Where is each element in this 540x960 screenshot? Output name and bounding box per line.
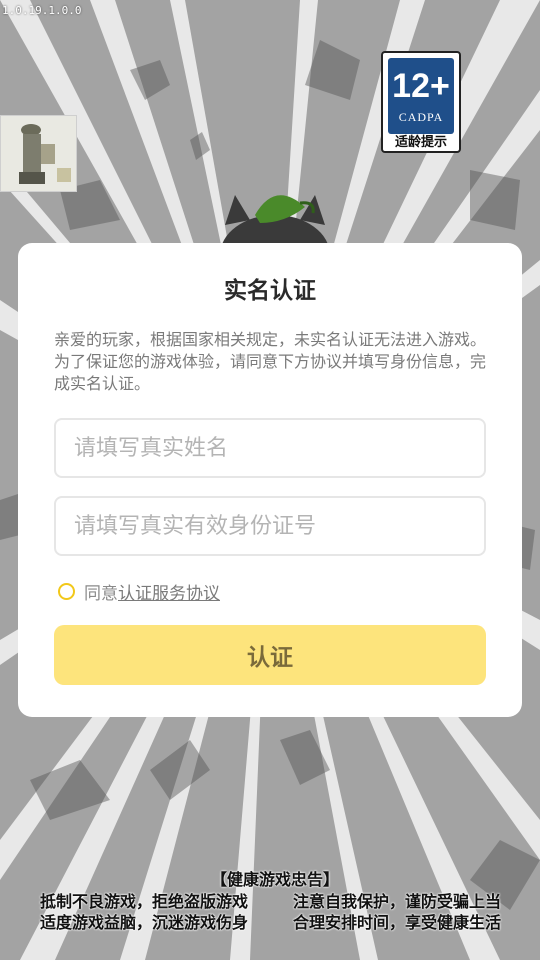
- health-notice-line: 合理安排时间，享受健康生活: [293, 913, 502, 932]
- dialog-description: 亲爱的玩家，根据国家相关规定，未实名认证无法进入游戏。为了保证您的游戏体验，请同…: [54, 330, 487, 393]
- agreement-row: 同意 认证服务协议: [58, 579, 220, 604]
- game-login-screen: 1.0.19.1.0.0 12+ CADPA 适龄提示 实名认证 亲爱的玩家，根…: [0, 0, 540, 960]
- rating-org-label: CADPA: [398, 109, 444, 124]
- agree-radio[interactable]: [58, 583, 75, 600]
- character-illustration-icon: [1, 116, 76, 191]
- id-number-input[interactable]: [56, 498, 484, 554]
- age-rating-number: 12+: [392, 66, 450, 105]
- health-notice: 【健康游戏忠告】 抵制不良游戏，拒绝盗版游戏 注意自我保护，谨防受骗上当 适度游…: [0, 866, 540, 932]
- agree-prefix: 同意: [84, 584, 118, 604]
- version-label: 1.0.19.1.0.0: [2, 4, 82, 17]
- real-name-auth-dialog: 实名认证 亲爱的玩家，根据国家相关规定，未实名认证无法进入游戏。为了保证您的游戏…: [18, 243, 522, 717]
- age-rating-badge: 12+ CADPA 适龄提示: [381, 51, 461, 153]
- verify-button[interactable]: 认证: [54, 625, 486, 685]
- character-thumbnail[interactable]: [0, 115, 77, 192]
- age-rating-tile: 12+ CADPA: [388, 58, 454, 134]
- age-rating-tip: 适龄提示: [394, 135, 447, 150]
- real-name-field: [54, 418, 486, 478]
- health-notice-line: 适度游戏益脑，沉迷游戏伤身: [40, 913, 249, 932]
- dialog-title: 实名认证: [224, 278, 316, 304]
- id-number-field: [54, 496, 486, 556]
- service-agreement-link[interactable]: 认证服务协议: [118, 579, 220, 604]
- health-notice-title: 【健康游戏忠告】: [210, 870, 339, 889]
- real-name-input[interactable]: [56, 420, 484, 476]
